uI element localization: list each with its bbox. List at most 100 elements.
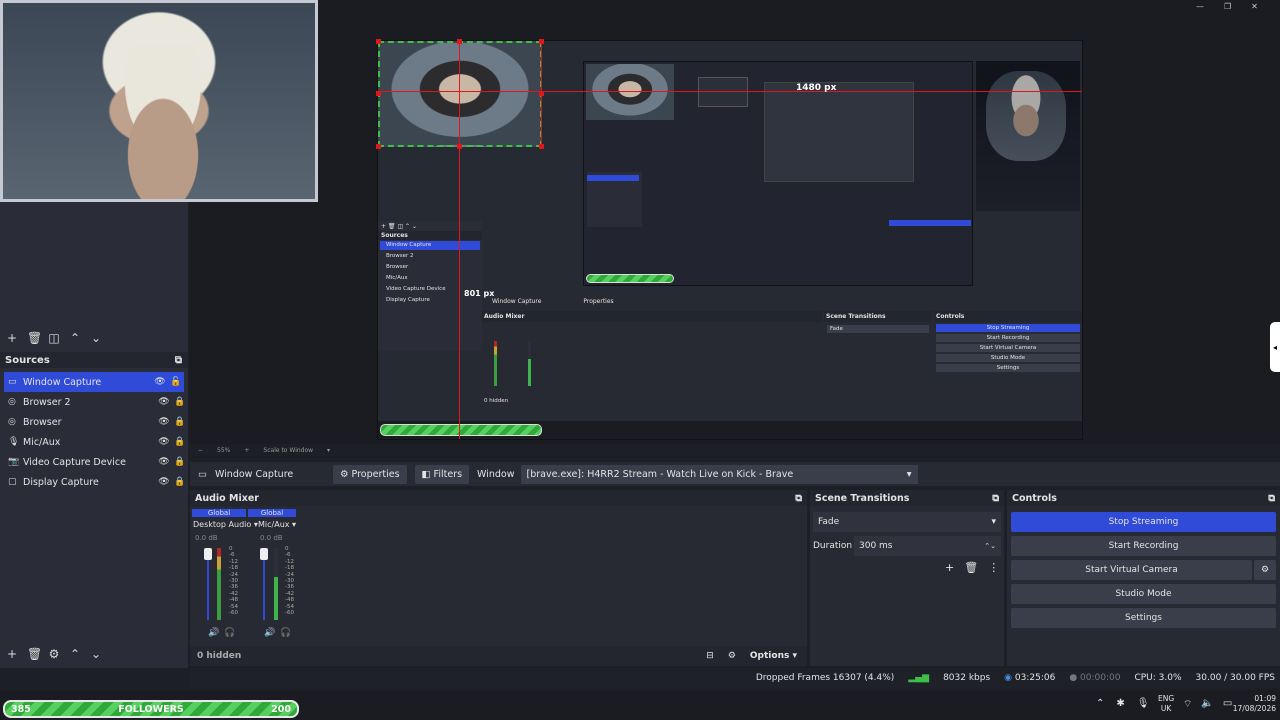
channel-1-fader-handle[interactable] — [204, 548, 212, 560]
preview-canvas[interactable]: + 🗑 ◫ ⌃ ⌄ Sources Window Capture Browser… — [376, 39, 1083, 440]
add-source-icon[interactable]: + — [6, 647, 18, 661]
nested-transitions: Scene Transitions Fade — [824, 311, 932, 406]
add-scene-icon[interactable]: + — [6, 331, 18, 345]
visibility-icon[interactable]: 👁 — [156, 477, 172, 487]
stream-icon: ◉ — [1004, 673, 1013, 683]
scale-mode[interactable]: Scale to Window — [263, 447, 313, 454]
scene-filter-icon[interactable]: ◫ — [48, 331, 60, 345]
move-down-icon[interactable]: ⌄ — [90, 647, 102, 661]
settings-tray-icon[interactable]: ✱ — [1116, 698, 1124, 709]
resize-handle-br[interactable] — [539, 144, 544, 149]
source-mic-aux[interactable]: 🎙 Mic/Aux 👁 🔒 — [0, 432, 188, 452]
resize-handle-b[interactable] — [457, 144, 462, 149]
source-window-capture[interactable]: ▭ Window Capture 👁 🔓 — [4, 372, 184, 392]
layout-icon[interactable]: ⊟ — [706, 651, 714, 661]
visibility-icon[interactable]: 👁 — [156, 417, 172, 427]
close-icon[interactable]: ✕ — [1251, 2, 1258, 11]
source-video-capture[interactable]: 📷 Video Capture Device 👁 🔒 — [0, 452, 188, 472]
remove-transition-icon[interactable]: 🗑 — [964, 561, 978, 574]
resize-handle-tr[interactable] — [539, 39, 544, 44]
resize-handle-l[interactable] — [376, 91, 381, 96]
virtual-camera-settings-icon[interactable]: ⚙ — [1254, 560, 1276, 580]
undock-icon[interactable]: ⧉ — [992, 493, 999, 504]
channel-1-name[interactable]: Desktop Audio ▾ — [193, 520, 258, 529]
duration-input[interactable]: 300 ms ⌃⌄ — [854, 536, 1001, 556]
channel-2-fader-handle[interactable] — [260, 548, 268, 560]
language-indicator[interactable]: ENG UK — [1158, 694, 1174, 714]
signal-icon: ▂▄▆ — [908, 673, 930, 683]
channel-2-mute-icon[interactable]: 🔊 — [264, 628, 275, 638]
visibility-icon[interactable]: 👁 — [156, 457, 172, 467]
left-dock: + 🗑 ◫ ⌃ ⌄ Sources ⧉ ▭ Window Capture 👁 🔓 ◎ Br… — [0, 202, 188, 668]
source-browser[interactable]: ◎ Browser 👁 🔒 — [0, 412, 188, 432]
maximize-icon[interactable]: ❐ — [1224, 2, 1231, 11]
start-virtual-camera-button[interactable]: Start Virtual Camera — [1011, 560, 1252, 580]
settings-button[interactable]: Settings — [1011, 608, 1276, 628]
source-properties-icon[interactable]: ⚙ — [48, 647, 60, 661]
status-bar: Dropped Frames 16307 (4.4%) ▂▄▆ 8032 kbp… — [190, 668, 1280, 688]
more-icon[interactable]: ⋮ — [988, 561, 999, 574]
channel-1-mute-icon[interactable]: 🔊 — [208, 628, 219, 638]
resize-handle-r[interactable] — [539, 91, 544, 96]
advanced-audio-icon[interactable]: ⚙ — [728, 651, 736, 661]
lock-icon[interactable]: 🔒 — [172, 457, 188, 467]
minimize-icon[interactable]: — — [1196, 2, 1204, 11]
wifi-icon[interactable]: ⌔ — [1183, 698, 1192, 711]
stop-streaming-button[interactable]: Stop Streaming — [1011, 512, 1276, 532]
sources-toolbar: + 🗑 ⚙ ⌃ ⌄ — [0, 644, 102, 664]
selected-source-bounds[interactable] — [378, 41, 542, 147]
clock[interactable]: 01:09 17/08/2026 — [1224, 694, 1276, 714]
lock-icon[interactable]: 🔓 — [168, 377, 184, 387]
resize-handle-t[interactable] — [457, 39, 462, 44]
followers-target: 200 — [271, 703, 291, 715]
collapse-side-handle[interactable]: ◂ — [1270, 322, 1280, 372]
source-display-capture[interactable]: ▢ Display Capture 👁 🔒 — [0, 472, 188, 492]
transition-select[interactable]: Fade ▾ — [813, 512, 1001, 532]
duration-label: Duration — [813, 541, 853, 551]
audio-mixer-footer: 0 hidden ⊟ ⚙ Options ▾ — [190, 646, 807, 666]
visibility-icon[interactable]: 👁 — [152, 377, 168, 387]
move-up-icon[interactable]: ⌃ — [69, 647, 81, 661]
followers-current: 385 — [11, 703, 31, 715]
move-up-icon[interactable]: ⌃ — [69, 331, 81, 345]
visibility-icon[interactable]: 👁 — [156, 397, 172, 407]
zoom-level[interactable]: 55% — [217, 447, 230, 454]
globe-icon: ◎ — [8, 417, 16, 427]
lock-icon[interactable]: 🔒 — [172, 397, 188, 407]
channel-1-monitor-icon[interactable]: 🎧 — [224, 628, 235, 638]
nested-capture — [583, 61, 973, 286]
remove-source-icon[interactable]: 🗑 — [27, 647, 42, 661]
filters-button[interactable]: ◧ Filters — [414, 464, 470, 484]
add-transition-icon[interactable]: + — [945, 561, 954, 574]
source-browser-2[interactable]: ◎ Browser 2 👁 🔒 — [0, 392, 188, 412]
controls-dock: Controls ⧉ Stop Streaming Start Recording… — [1007, 490, 1280, 666]
record-time: ● 00:00:00 — [1069, 673, 1121, 683]
start-recording-button[interactable]: Start Recording — [1011, 536, 1276, 556]
resize-handle-tl[interactable] — [376, 39, 381, 44]
nested-audio-mixer: Audio Mixer 0 hidden — [482, 311, 822, 406]
move-down-icon[interactable]: ⌄ — [90, 331, 102, 345]
mic-tray-icon[interactable]: 🎙 — [1137, 698, 1150, 709]
channel-2-db: 0.0 dB — [260, 534, 283, 542]
resize-handle-bl[interactable] — [376, 144, 381, 149]
channel-2-name[interactable]: Mic/Aux ▾ — [258, 520, 296, 529]
visibility-icon[interactable]: 👁 — [156, 437, 172, 447]
properties-button[interactable]: ⚙ Properties — [332, 464, 407, 484]
window-select[interactable]: [brave.exe]: H4RR2 Stream - Watch Live o… — [520, 464, 918, 484]
channel-2-monitor-icon[interactable]: 🎧 — [280, 628, 291, 638]
volume-icon[interactable]: 🔈 — [1201, 698, 1213, 711]
stepper-icon[interactable]: ⌃⌄ — [984, 542, 996, 550]
followers-goal-bar: 385 FOLLOWERS 200 — [3, 700, 299, 718]
scene-transitions-dock: Scene Transitions ⧉ Fade ▾ Duration 300 ms… — [810, 490, 1004, 666]
studio-mode-button[interactable]: Studio Mode — [1011, 584, 1276, 604]
chevron-up-icon[interactable]: ⌃ — [1096, 698, 1104, 709]
lock-icon[interactable]: 🔒 — [172, 477, 188, 487]
remove-scene-icon[interactable]: 🗑 — [27, 331, 42, 345]
undock-icon[interactable]: ⧉ — [1268, 493, 1275, 504]
display-icon: ▢ — [8, 477, 17, 487]
lock-icon[interactable]: 🔒 — [172, 437, 188, 447]
undock-icon[interactable]: ⧉ — [795, 493, 802, 504]
tray-icons: ⌃ ✱ 🎙 — [1096, 698, 1149, 709]
lock-icon[interactable]: 🔒 — [172, 417, 188, 427]
mixer-options-button[interactable]: Options ▾ — [750, 651, 797, 661]
